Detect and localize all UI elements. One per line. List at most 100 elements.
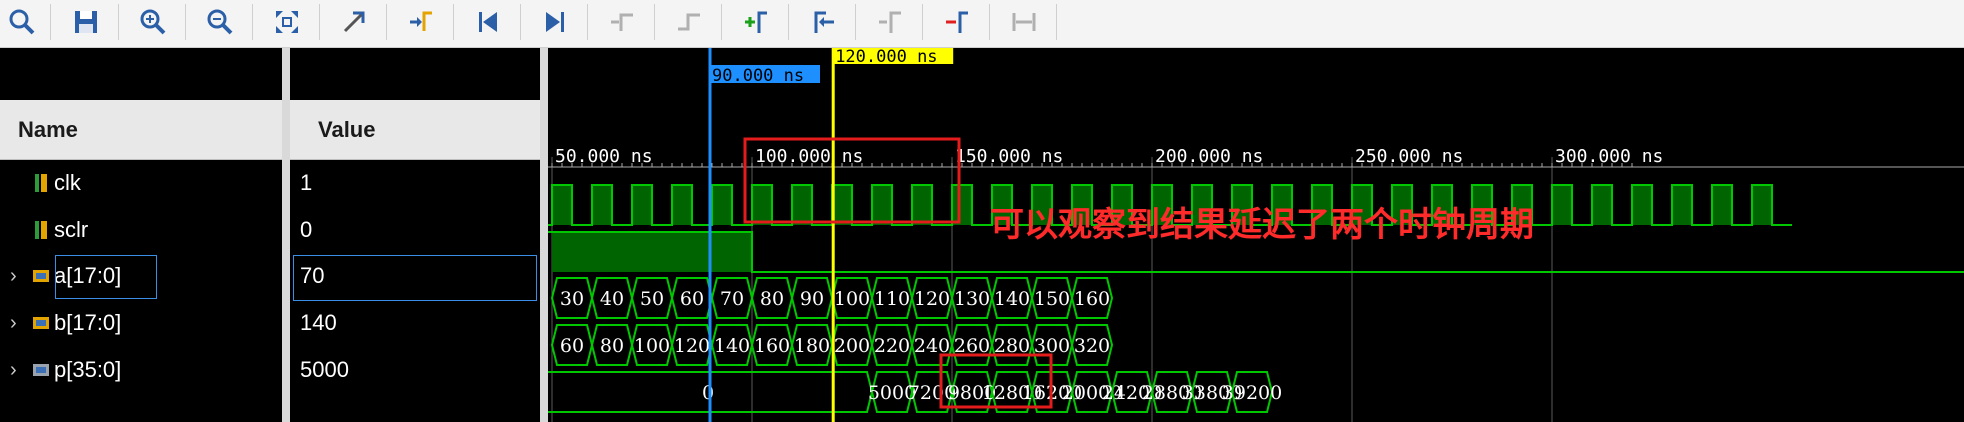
clk-high-pulse bbox=[672, 185, 692, 225]
p-value: 0 bbox=[702, 382, 714, 404]
name-column-label: Name bbox=[18, 116, 78, 142]
value-column-label: Value bbox=[318, 116, 376, 142]
a-value: 90 bbox=[800, 288, 824, 310]
clk-high-pulse bbox=[872, 185, 892, 225]
clk-high-pulse bbox=[1632, 185, 1652, 225]
bit-signal-icon bbox=[32, 219, 50, 241]
b-value: 160 bbox=[754, 335, 790, 357]
b-value: 200 bbox=[834, 335, 870, 357]
chevron-right-icon[interactable]: › bbox=[10, 265, 24, 288]
zoom-out-icon[interactable] bbox=[200, 3, 240, 41]
cursor-snap-icon[interactable] bbox=[334, 3, 374, 41]
go-to-time-icon[interactable] bbox=[401, 3, 441, 41]
previous-transition-icon[interactable] bbox=[602, 3, 642, 41]
selected-value-outline bbox=[293, 255, 537, 301]
signal-name: clk bbox=[54, 170, 81, 195]
toolbar bbox=[0, 0, 1964, 48]
signal-row-p[interactable]: › p[35:0] bbox=[10, 347, 121, 393]
tick-label: 200.000 ns bbox=[1155, 146, 1263, 167]
search-icon[interactable] bbox=[2, 3, 42, 41]
b-value: 100 bbox=[634, 335, 670, 357]
selected-name-outline bbox=[55, 255, 157, 299]
sclr-high-region bbox=[552, 232, 752, 272]
b-value: 180 bbox=[794, 335, 830, 357]
name-value-splitter[interactable] bbox=[282, 48, 290, 422]
a-value: 160 bbox=[1074, 288, 1110, 310]
next-marker-icon[interactable] bbox=[870, 3, 910, 41]
clk-high-pulse bbox=[752, 185, 772, 225]
signal-row-b[interactable]: › b[17:0] bbox=[10, 300, 121, 346]
go-to-start-icon[interactable] bbox=[468, 3, 508, 41]
signal-row-clk[interactable]: clk bbox=[10, 160, 81, 206]
clk-high-pulse bbox=[552, 185, 572, 225]
a-value: 100 bbox=[834, 288, 870, 310]
tick-label: 50.000 ns bbox=[555, 146, 653, 167]
bus-signal-icon bbox=[32, 265, 50, 287]
clk-high-pulse bbox=[792, 185, 812, 225]
clk-high-pulse bbox=[1552, 185, 1572, 225]
value-wave-splitter[interactable] bbox=[540, 48, 548, 422]
clk-high-pulse bbox=[1712, 185, 1732, 225]
signal-value-clk: 1 bbox=[300, 170, 313, 195]
bus-signal-icon bbox=[32, 312, 50, 334]
signal-value-a: 70 bbox=[300, 263, 325, 288]
measure-icon[interactable] bbox=[1004, 3, 1044, 41]
value-column-header[interactable]: Value bbox=[290, 100, 540, 160]
add-marker-icon[interactable] bbox=[736, 3, 776, 41]
blue-marker-label: 90.000 ns bbox=[712, 66, 804, 86]
clk-high-pulse bbox=[632, 185, 652, 225]
clk-high-pulse bbox=[1592, 185, 1612, 225]
a-value: 80 bbox=[760, 288, 784, 310]
zoom-fit-icon[interactable] bbox=[267, 3, 307, 41]
zoom-in-icon[interactable] bbox=[133, 3, 173, 41]
b-value: 140 bbox=[714, 335, 750, 357]
clk-high-pulse bbox=[952, 185, 972, 225]
b-value: 60 bbox=[560, 335, 584, 357]
next-transition-icon[interactable] bbox=[669, 3, 709, 41]
signal-name: b[17:0] bbox=[54, 310, 122, 335]
annotation-text: 可以观察到结果延迟了两个时钟周期 bbox=[990, 205, 1534, 245]
tick-label: 100.000 ns bbox=[755, 146, 863, 167]
signal-name: sclr bbox=[54, 217, 89, 242]
clk-high-pulse bbox=[832, 185, 852, 225]
a-value: 130 bbox=[954, 288, 990, 310]
tick-label: 150.000 ns bbox=[955, 146, 1063, 167]
go-to-end-icon[interactable] bbox=[535, 3, 575, 41]
name-column-header[interactable]: Name bbox=[0, 100, 282, 160]
signal-value-b: 140 bbox=[300, 310, 337, 335]
signal-value-sclr: 0 bbox=[300, 217, 313, 242]
save-icon[interactable] bbox=[66, 3, 106, 41]
chevron-right-icon[interactable]: › bbox=[10, 359, 24, 382]
clk-high-pulse bbox=[912, 185, 932, 225]
a-value: 110 bbox=[874, 288, 910, 310]
b-value: 120 bbox=[674, 335, 710, 357]
signal-value-p: 5000 bbox=[300, 357, 349, 382]
clk-high-pulse bbox=[1672, 185, 1692, 225]
a-value: 150 bbox=[1034, 288, 1070, 310]
a-value: 70 bbox=[720, 288, 744, 310]
a-value: 120 bbox=[914, 288, 950, 310]
clk-high-pulse bbox=[592, 185, 612, 225]
bit-signal-icon bbox=[32, 172, 50, 194]
b-value: 80 bbox=[600, 335, 624, 357]
signal-name: p[35:0] bbox=[54, 357, 122, 382]
tick-label: 250.000 ns bbox=[1355, 146, 1463, 167]
tick-label: 300.000 ns bbox=[1555, 146, 1663, 167]
a-value: 30 bbox=[560, 288, 584, 310]
waveform-viewer[interactable]: 50.000 ns 100.000 ns 150.000 ns 200.000 ns 2… bbox=[548, 48, 1964, 422]
yellow-marker-label: 120.000 ns bbox=[835, 48, 937, 67]
clk-high-pulse bbox=[1752, 185, 1772, 225]
bus-signal-icon bbox=[32, 359, 50, 381]
swap-cursors-icon[interactable] bbox=[937, 3, 977, 41]
previous-marker-icon[interactable] bbox=[803, 3, 843, 41]
b-value: 220 bbox=[874, 335, 910, 357]
clk-high-pulse bbox=[712, 185, 732, 225]
a-value: 140 bbox=[994, 288, 1030, 310]
a-value: 40 bbox=[600, 288, 624, 310]
p-value: 39200 bbox=[1222, 382, 1282, 404]
b-value: 320 bbox=[1074, 335, 1110, 357]
a-value: 60 bbox=[680, 288, 704, 310]
a-value: 50 bbox=[640, 288, 664, 310]
chevron-right-icon[interactable]: › bbox=[10, 312, 24, 335]
signal-row-sclr[interactable]: sclr bbox=[10, 207, 88, 253]
